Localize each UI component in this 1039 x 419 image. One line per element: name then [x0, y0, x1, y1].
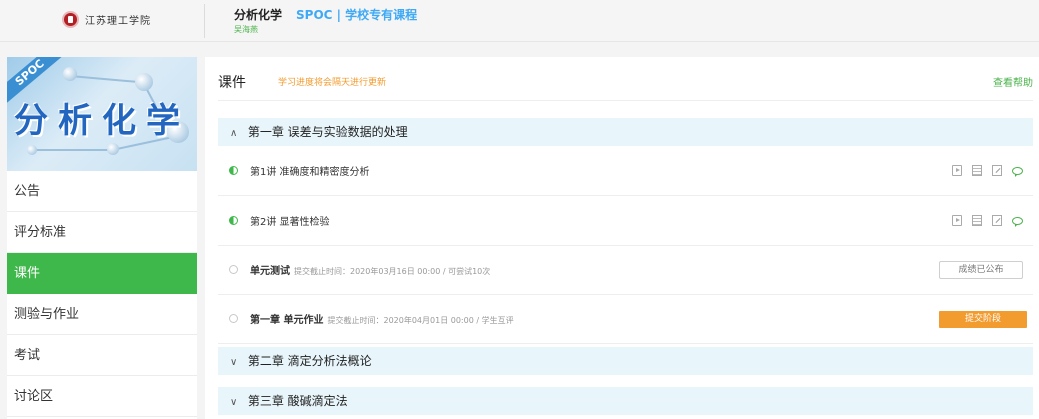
unit-test-row[interactable]: 单元测试 提交截止时间：2020年03月16日 00:00 / 可尝试10次 成绩… — [218, 246, 1033, 295]
chevron-down-icon: ∨ — [230, 397, 238, 408]
lesson-row[interactable]: 第1讲 准确度和精密度分析 — [218, 147, 1033, 196]
unit-test-label: 单元测试 — [250, 266, 290, 277]
discussion-icon[interactable] — [1012, 166, 1023, 177]
sidebar-item-grading[interactable]: 评分标准 — [7, 212, 197, 253]
video-icon[interactable] — [952, 215, 962, 226]
discussion-icon[interactable] — [1012, 216, 1023, 227]
school-logo[interactable]: 江苏理工学院 — [62, 9, 151, 29]
sidebar-item-discussion[interactable]: 讨论区 — [7, 376, 197, 417]
edit-icon[interactable] — [992, 165, 1002, 176]
cover-title: 分析化学 — [14, 101, 190, 141]
school-name: 江苏理工学院 — [85, 15, 151, 27]
sidebar-item-exams[interactable]: 考试 — [7, 335, 197, 376]
chapter-1-header[interactable]: ∧ 第一章 误差与实验数据的处理 — [218, 118, 1033, 146]
teacher-name[interactable]: 吴海燕 — [234, 24, 258, 35]
header-divider — [204, 4, 205, 38]
unit-test-title[interactable]: 单元测试 提交截止时间：2020年03月16日 00:00 / 可尝试10次 — [250, 262, 490, 277]
progress-empty-icon — [229, 314, 238, 323]
lesson-resource-icons — [952, 165, 1023, 177]
progress-empty-icon — [229, 265, 238, 274]
sidebar: SPOC 分析化学 公告 评分标准 课件 测验与作业 考试 讨论区 — [7, 57, 197, 419]
progress-note: 学习进度将会隔天进行更新 — [278, 78, 387, 88]
divider — [218, 100, 1033, 101]
document-icon[interactable] — [972, 215, 982, 226]
video-icon[interactable] — [952, 165, 962, 176]
chevron-down-icon: ∨ — [230, 357, 238, 368]
grades-published-button[interactable]: 成绩已公布 — [939, 261, 1023, 279]
progress-half-icon — [229, 216, 238, 225]
lesson-title[interactable]: 第1讲 准确度和精密度分析 — [250, 163, 370, 178]
chapter-2-header[interactable]: ∨ 第二章 滴定分析法概论 — [218, 347, 1033, 375]
sidebar-item-courseware[interactable]: 课件 — [7, 253, 197, 294]
homework-row[interactable]: 第一章 单元作业 提交截止时间：2020年04月01日 00:00 / 学生互评 … — [218, 295, 1033, 344]
chapter-title: 第二章 滴定分析法概论 — [247, 354, 372, 368]
chevron-up-icon: ∧ — [230, 128, 238, 139]
course-cover-image: SPOC 分析化学 — [7, 57, 197, 171]
course-type-tag: SPOC | 学校专有课程 — [296, 8, 418, 22]
edit-icon[interactable] — [992, 215, 1002, 226]
chapter-title: 第三章 酸碱滴定法 — [247, 394, 348, 408]
main-content: 课件 学习进度将会隔天进行更新 查看帮助 ∧ 第一章 误差与实验数据的处理 第1… — [205, 57, 1039, 419]
submission-stage-button[interactable]: 提交阶段 — [939, 311, 1027, 328]
school-seal-icon — [62, 10, 79, 28]
unit-test-deadline: 提交截止时间：2020年03月16日 00:00 / 可尝试10次 — [294, 267, 491, 276]
homework-label: 第一章 单元作业 — [250, 315, 324, 326]
lesson-resource-icons — [952, 215, 1023, 227]
sidebar-item-quizzes[interactable]: 测验与作业 — [7, 294, 197, 335]
progress-half-icon — [229, 166, 238, 175]
top-bar: 江苏理工学院 分析化学 SPOC | 学校专有课程 吴海燕 — [0, 0, 1039, 42]
chapter-3-header[interactable]: ∨ 第三章 酸碱滴定法 — [218, 387, 1033, 415]
document-icon[interactable] — [972, 165, 982, 176]
help-link[interactable]: 查看帮助 — [993, 74, 1033, 89]
homework-title[interactable]: 第一章 单元作业 提交截止时间：2020年04月01日 00:00 / 学生互评 — [250, 311, 514, 326]
chapter-title: 第一章 误差与实验数据的处理 — [247, 125, 408, 139]
lesson-title[interactable]: 第2讲 显著性检验 — [250, 213, 330, 228]
homework-deadline: 提交截止时间：2020年04月01日 00:00 / 学生互评 — [327, 316, 514, 325]
lesson-row[interactable]: 第2讲 显著性检验 — [218, 197, 1033, 246]
sidebar-item-announcements[interactable]: 公告 — [7, 171, 197, 212]
page-title: 课件 — [218, 75, 246, 91]
course-title: 分析化学 — [234, 8, 283, 22]
